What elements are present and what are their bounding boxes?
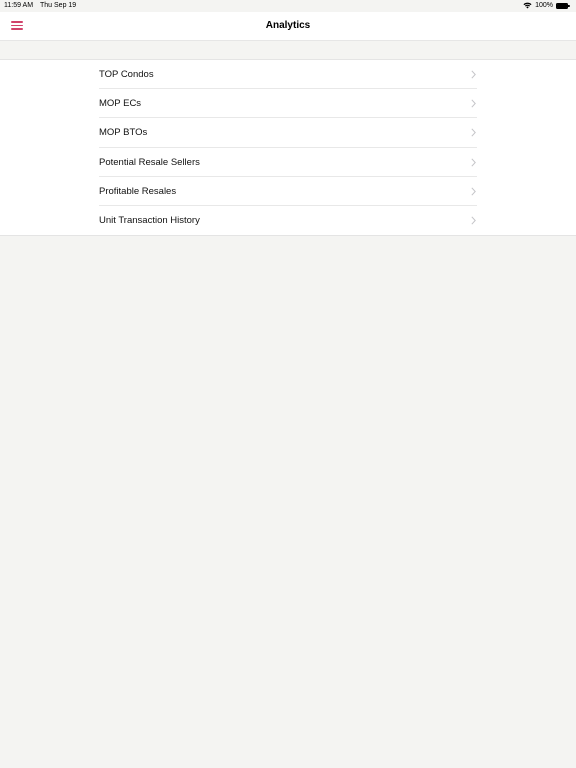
menu-item-profitable-resales[interactable]: Profitable Resales	[0, 177, 576, 206]
analytics-menu-list: TOP Condos MOP ECs MOP BTOs Potential Re…	[0, 59, 576, 237]
chevron-right-icon	[471, 187, 476, 196]
navigation-bar: Analytics	[0, 12, 576, 40]
chevron-right-icon	[471, 99, 476, 108]
wifi-icon	[523, 2, 532, 9]
menu-item-label: Unit Transaction History	[99, 214, 200, 226]
chevron-right-icon	[471, 158, 476, 167]
menu-item-label: MOP ECs	[99, 98, 142, 110]
chevron-right-icon	[471, 216, 476, 225]
status-indicators: 100%	[523, 2, 570, 9]
status-bar: 11:59 AM Thu Sep 19 100%	[0, 0, 576, 12]
menu-item-label: Potential Resale Sellers	[99, 156, 200, 168]
menu-item-label: Profitable Resales	[99, 185, 177, 197]
chevron-right-icon	[471, 128, 476, 137]
menu-item-mop-ecs[interactable]: MOP ECs	[0, 89, 576, 119]
menu-item-label: TOP Condos	[99, 69, 154, 80]
header-divider	[0, 40, 576, 41]
menu-item-mop-btos[interactable]: MOP BTOs	[0, 118, 576, 148]
chevron-right-icon	[471, 70, 476, 79]
status-date: Thu Sep 19	[40, 2, 77, 9]
menu-item-potential-resale-sellers[interactable]: Potential Resale Sellers	[0, 148, 576, 177]
menu-item-label: MOP BTOs	[99, 127, 148, 139]
battery-percent: 100%	[535, 2, 553, 9]
menu-item-top-condos[interactable]: TOP Condos	[0, 60, 576, 90]
page-title: Analytics	[265, 20, 311, 31]
status-time: 11:59 AM	[4, 2, 34, 9]
menu-item-unit-transaction-history[interactable]: Unit Transaction History	[0, 206, 576, 235]
battery-icon	[556, 2, 570, 9]
